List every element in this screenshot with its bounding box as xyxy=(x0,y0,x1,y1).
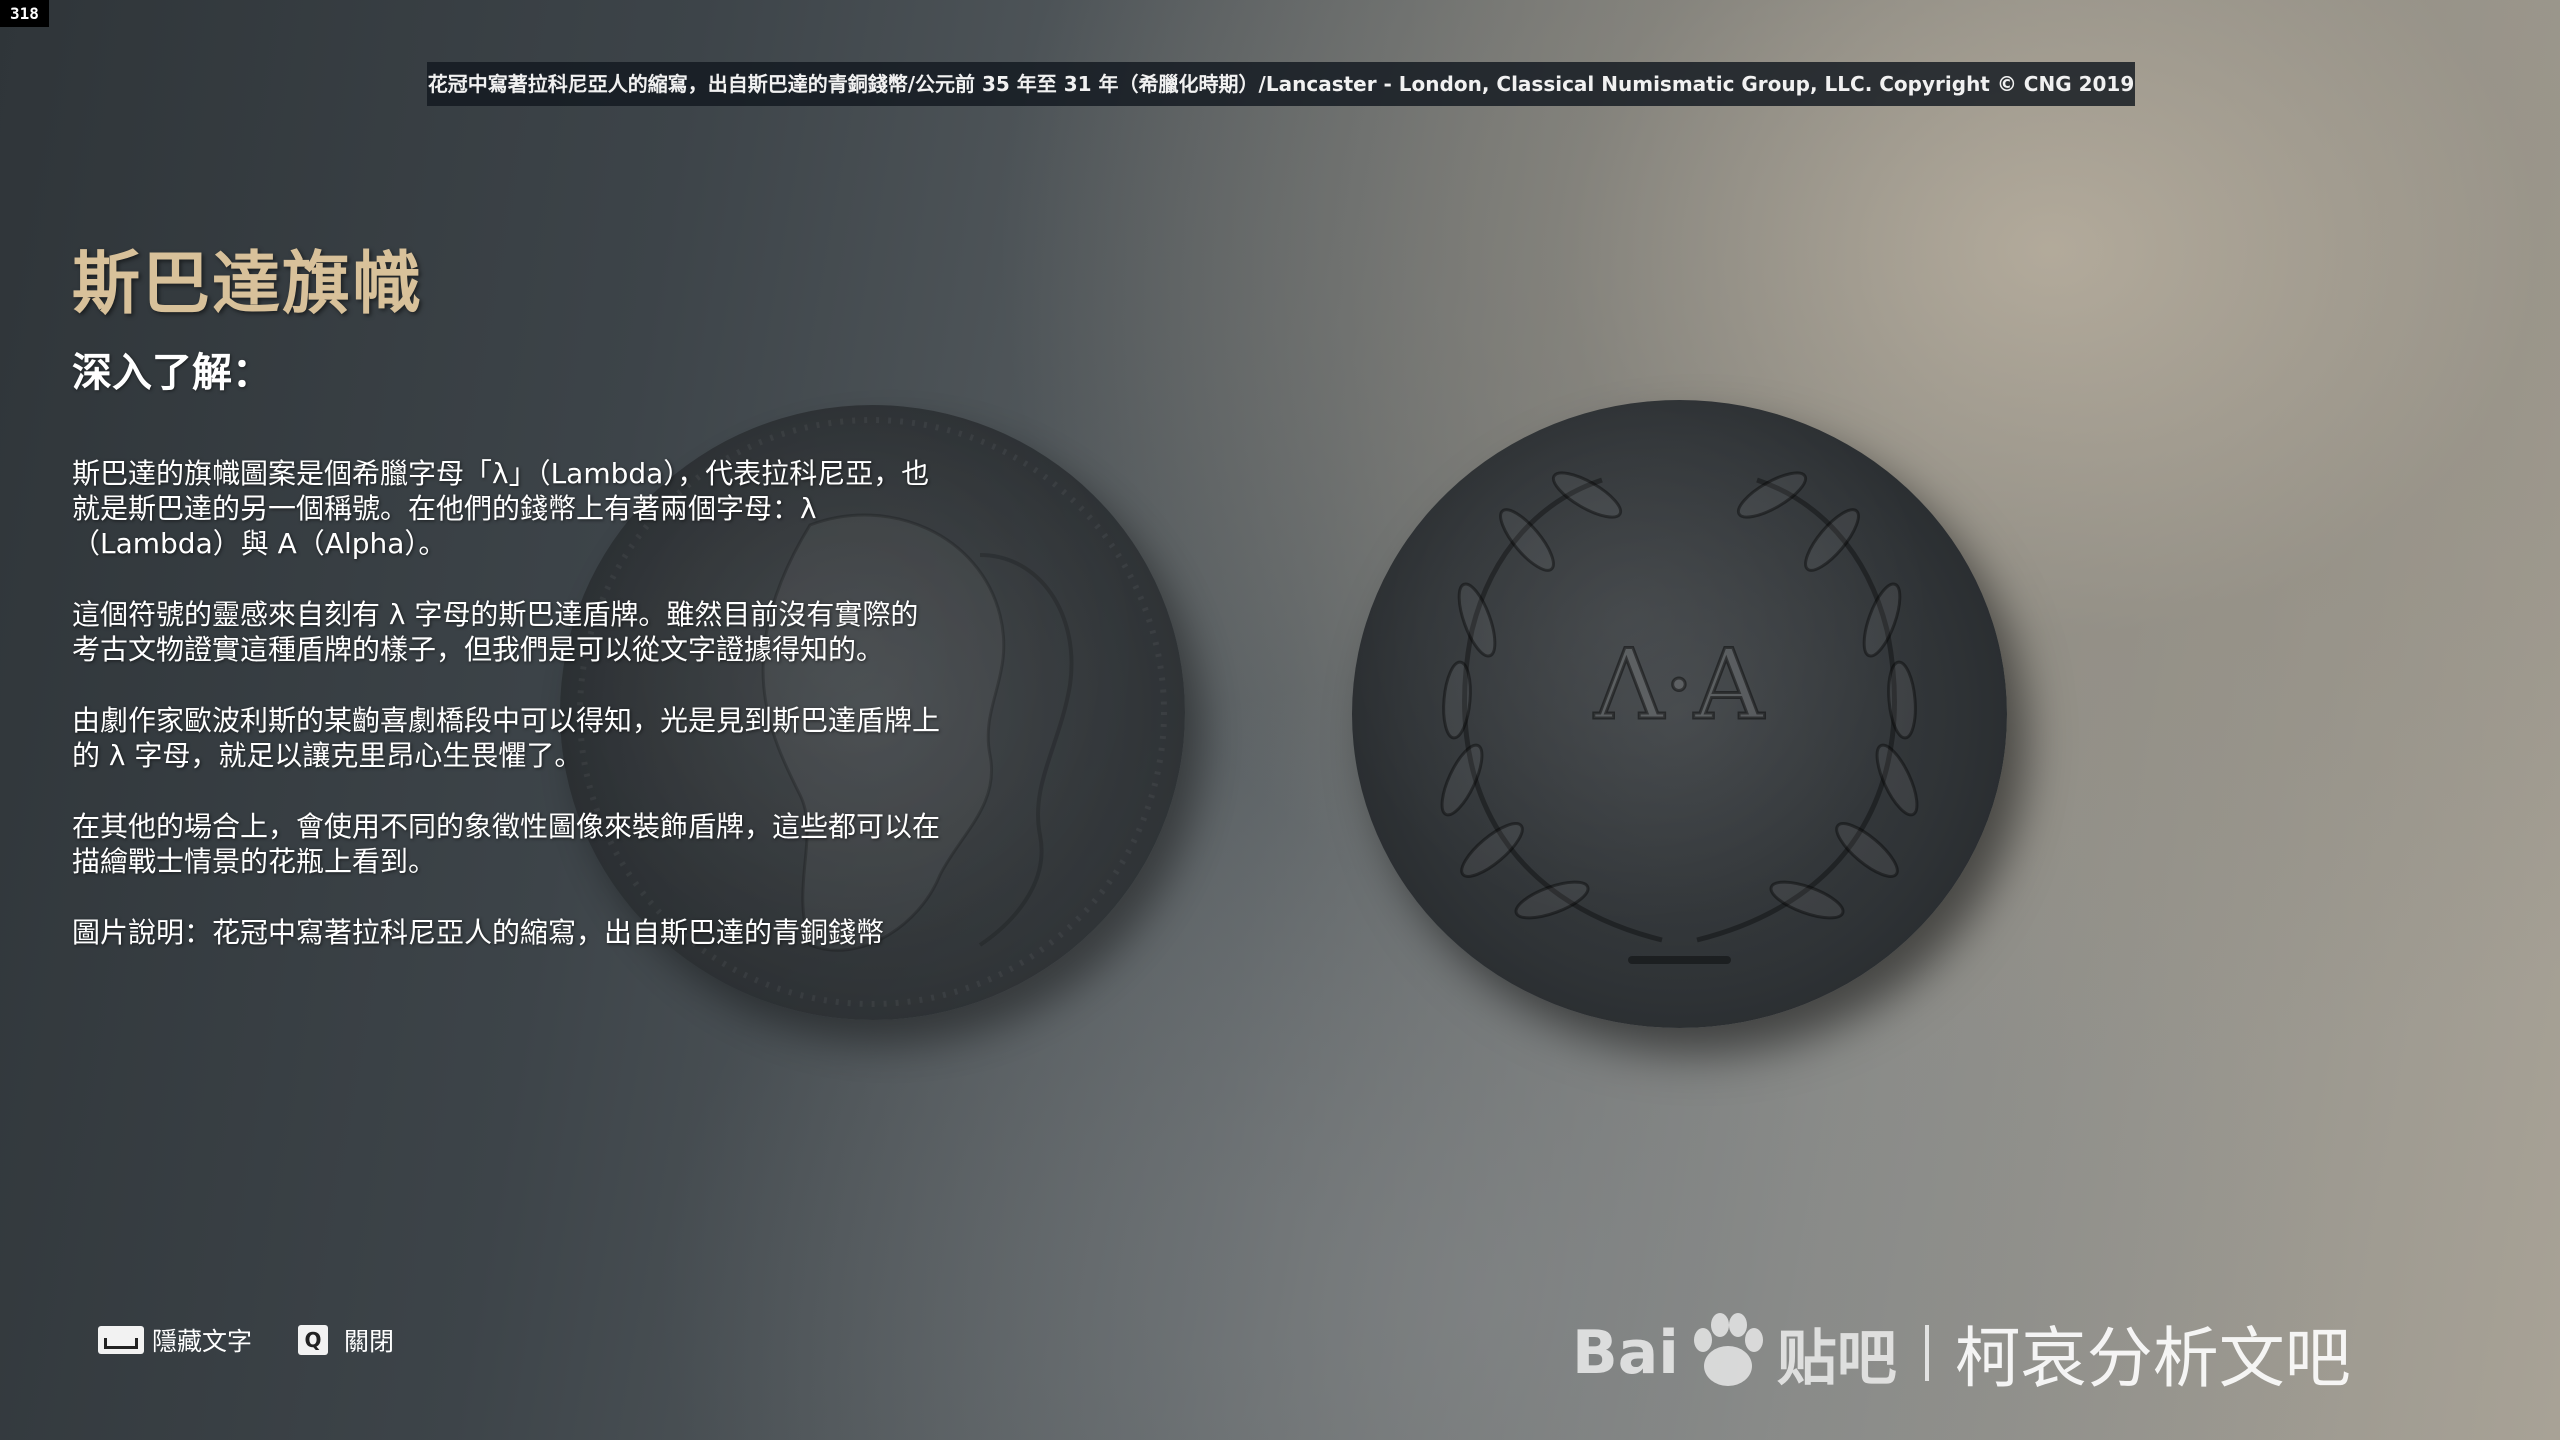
frame-counter: 318 xyxy=(0,0,49,27)
hide-text-button[interactable]: 隱藏文字 xyxy=(152,1322,252,1358)
entry-paragraph: 這個符號的靈感來自刻有 λ 字母的斯巴達盾牌。雖然目前沒有實際的考古文物證實這種… xyxy=(72,598,919,666)
entry-title: 斯巴達旗幟 xyxy=(72,245,423,324)
coin-inscription: Λ·Α xyxy=(1593,629,1765,741)
coin-reverse-relief: Λ·Α xyxy=(1432,463,1927,964)
entry-subtitle: 深入了解： xyxy=(72,350,272,396)
close-button[interactable]: 關閉 xyxy=(344,1322,394,1358)
coin-reverse-image: Λ·Α xyxy=(1352,400,2007,1028)
paw-icon xyxy=(1693,1313,1763,1386)
entry-paragraph: 在其他的場合上，會使用不同的象徵性圖像來裝飾盾牌，這些都可以在描繪戰士情景的花瓶… xyxy=(72,810,941,878)
baidu-logo-text: Bai xyxy=(1572,1318,1679,1388)
baidu-tieba-logo: Bai 贴吧 xyxy=(1572,1308,1897,1398)
forum-name: 柯哀分析文吧 xyxy=(1954,1320,2351,1397)
tieba-logo-text: 贴吧 xyxy=(1776,1323,1897,1394)
watermark-divider xyxy=(1924,1325,1929,1381)
entry-paragraph: 圖片說明：花冠中寫著拉科尼亞人的縮寫，出自斯巴達的青銅錢幣 xyxy=(72,916,885,949)
q-key-icon[interactable]: Q xyxy=(298,1325,329,1355)
spacebar-icon[interactable] xyxy=(98,1326,144,1354)
watermark: Bai 贴吧 柯哀分析文吧 xyxy=(1572,1298,2351,1408)
control-hints: 隱藏文字 Q 關閉 xyxy=(98,1322,394,1358)
entry-paragraph: 由劇作家歐波利斯的某齣喜劇橋段中可以得知，光是見到斯巴達盾牌上的 λ 字母，就足… xyxy=(72,704,941,772)
entry-paragraph: 斯巴達的旗幟圖案是個希臘字母「λ」（Lambda），代表拉科尼亞，也就是斯巴達的… xyxy=(72,457,930,560)
entry-body: 斯巴達的旗幟圖案是個希臘字母「λ」（Lambda），代表拉科尼亞，也就是斯巴達的… xyxy=(72,456,942,986)
image-caption: 花冠中寫著拉科尼亞人的縮寫，出自斯巴達的青銅錢幣/公元前 35 年至 31 年（… xyxy=(427,62,2135,106)
